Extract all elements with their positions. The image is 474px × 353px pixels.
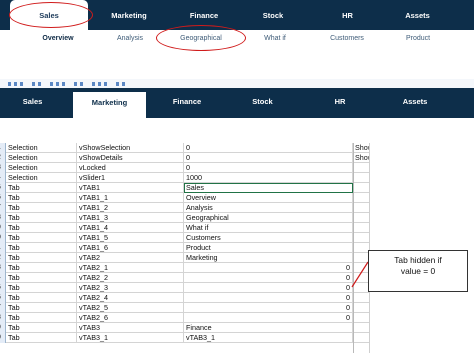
- callout-line-1: Tab hidden if: [394, 255, 442, 265]
- callout-line-2: value = 0: [400, 266, 436, 276]
- callout-box: Tab hidden if value = 0: [368, 250, 468, 292]
- callout-leader-line: [351, 261, 369, 288]
